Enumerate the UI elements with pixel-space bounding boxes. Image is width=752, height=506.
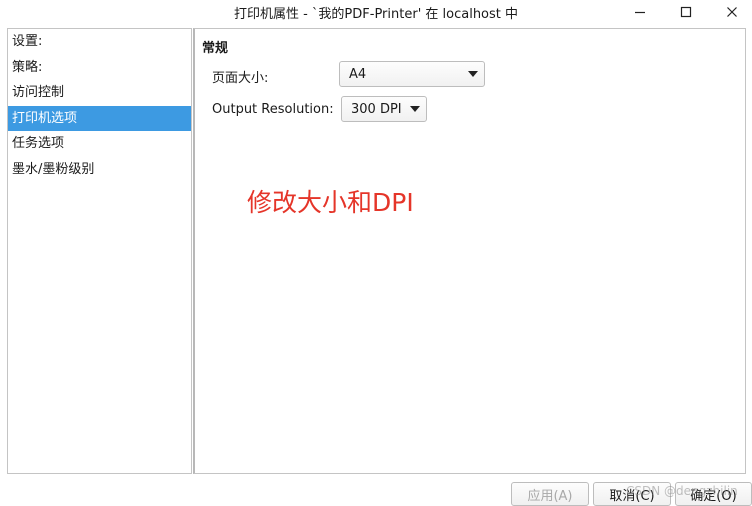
- maximize-button[interactable]: [666, 0, 706, 24]
- maximize-icon: [680, 6, 692, 18]
- category-list[interactable]: 设置: 策略: 访问控制 打印机选项 任务选项 墨水/墨粉级别: [7, 28, 192, 474]
- minimize-icon: [635, 11, 645, 14]
- chevron-down-icon: [404, 106, 426, 112]
- page-size-label: 页面大小:: [212, 71, 269, 86]
- output-resolution-select[interactable]: 300 DPI: [341, 96, 427, 122]
- apply-button[interactable]: 应用(A): [511, 482, 589, 506]
- annotation-text: 修改大小和DPI: [247, 188, 414, 217]
- section-title-general: 常规: [202, 41, 229, 56]
- close-button[interactable]: [712, 0, 752, 24]
- page-size-select[interactable]: A4: [339, 61, 485, 87]
- output-resolution-value: 300 DPI: [351, 101, 402, 117]
- sidebar-item-settings[interactable]: 设置:: [8, 29, 191, 55]
- ok-button[interactable]: 确定(O): [675, 482, 752, 506]
- sidebar-item-ink-toner-levels[interactable]: 墨水/墨粉级别: [8, 157, 191, 183]
- output-resolution-label: Output Resolution:: [212, 102, 334, 117]
- printer-options-panel: 常规 页面大小: A4 Output Resolution: 300 DPI 修…: [193, 28, 746, 474]
- title-bar[interactable]: 打印机属性 - `我的PDF-Printer' 在 localhost 中: [0, 0, 752, 24]
- sidebar-item-job-options[interactable]: 任务选项: [8, 131, 191, 157]
- sidebar-item-access-control[interactable]: 访问控制: [8, 80, 191, 106]
- minimize-button[interactable]: [620, 0, 660, 24]
- sidebar-item-printer-options[interactable]: 打印机选项: [8, 105, 191, 132]
- chevron-down-icon: [462, 71, 484, 77]
- close-icon: [727, 7, 737, 17]
- printer-properties-window: 打印机属性 - `我的PDF-Printer' 在 localhost 中 设置…: [0, 0, 752, 506]
- page-size-value: A4: [349, 66, 367, 82]
- cancel-button[interactable]: 取消(C): [593, 482, 671, 506]
- sidebar-item-policies[interactable]: 策略:: [8, 55, 191, 81]
